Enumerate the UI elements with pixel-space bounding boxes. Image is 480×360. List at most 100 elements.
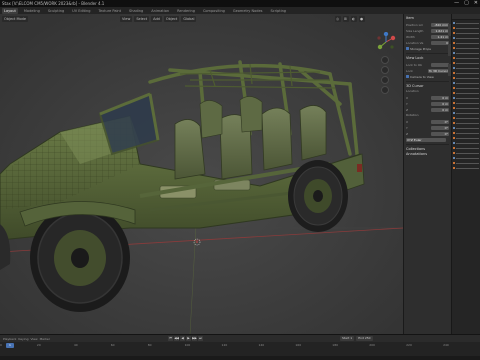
annotations-header[interactable]: Annotations xyxy=(406,152,449,157)
play-button[interactable]: ▶ xyxy=(186,336,191,341)
maximize-button[interactable]: ▢ xyxy=(464,1,469,6)
outliner-row[interactable] xyxy=(453,161,479,165)
tab-scripting[interactable]: Scripting xyxy=(268,8,288,14)
outliner-row[interactable] xyxy=(453,46,479,50)
outliner-row[interactable] xyxy=(453,76,479,80)
outliner-row[interactable] xyxy=(453,151,479,155)
cursor-rotation-value[interactable]: 0° xyxy=(431,131,449,136)
outliner-row[interactable] xyxy=(453,31,479,35)
menu-view[interactable]: View xyxy=(120,16,133,22)
outliner-row[interactable] xyxy=(453,146,479,150)
outliner-row[interactable] xyxy=(453,126,479,130)
outliner-row[interactable] xyxy=(453,141,479,145)
grid-icon[interactable] xyxy=(381,86,389,94)
tab-modeling[interactable]: Modeling xyxy=(22,8,42,14)
outliner-row[interactable] xyxy=(453,26,479,30)
tab-compositing[interactable]: Compositing xyxy=(201,8,227,14)
outliner-item-name xyxy=(456,37,479,39)
menu-add[interactable]: Add xyxy=(151,16,162,22)
prev-keyframe-button[interactable]: ◀◀ xyxy=(174,336,179,341)
dimension-value[interactable]: 1.621 m xyxy=(431,28,449,33)
cursor-rotation-value[interactable]: 0° xyxy=(431,119,449,124)
timeline-menu-playback[interactable]: Playback xyxy=(3,337,16,341)
grid-icon[interactable]: ⊞ xyxy=(343,16,349,22)
close-button[interactable]: ✕ xyxy=(474,1,478,6)
shading-solid-icon[interactable]: ◐ xyxy=(351,16,357,22)
minimize-button[interactable]: — xyxy=(454,1,459,6)
outliner-row[interactable] xyxy=(453,36,479,40)
outliner-row[interactable] xyxy=(453,66,479,70)
playhead[interactable]: 1 xyxy=(6,343,14,348)
dimension-value[interactable]: 1.41 m xyxy=(431,34,449,39)
zoom-icon[interactable] xyxy=(381,56,389,64)
jump-end-button[interactable]: ⏭ xyxy=(198,336,203,341)
object-icon xyxy=(453,142,455,144)
outliner-row[interactable] xyxy=(453,121,479,125)
camera-to-view-check[interactable]: Camera to View xyxy=(406,74,449,79)
transform-orientation-select[interactable]: Global xyxy=(181,16,197,22)
menu-object[interactable]: Object xyxy=(163,16,180,22)
overlay-icon[interactable]: ◎ xyxy=(335,16,341,22)
next-keyframe-button[interactable]: ▶▶ xyxy=(192,336,197,341)
shading-material-icon[interactable]: ● xyxy=(359,16,365,22)
tab-animation[interactable]: Animation xyxy=(149,8,171,14)
timeline-header: Playback Keying View Marker xyxy=(0,335,480,342)
outliner-row[interactable] xyxy=(453,96,479,100)
start-frame-field[interactable]: Start 1 xyxy=(340,336,355,341)
object-icon xyxy=(453,42,455,44)
outliner-row[interactable] xyxy=(453,21,479,25)
outliner-row[interactable] xyxy=(453,136,479,140)
outliner-row[interactable] xyxy=(453,166,479,170)
view-lock-header[interactable]: View Lock xyxy=(406,56,449,61)
cursor-location-value[interactable]: 0 m xyxy=(431,107,449,112)
3d-viewport[interactable]: Object Mode View Select Add Object Global ◎ ⊞… xyxy=(0,14,403,334)
object-icon xyxy=(453,102,455,104)
item-header[interactable]: Item xyxy=(406,16,449,21)
outliner-row[interactable] xyxy=(453,41,479,45)
view-lock-value[interactable]: To 3D Cursor xyxy=(427,68,449,73)
menu-select[interactable]: Select xyxy=(134,16,150,22)
tab-rendering[interactable]: Rendering xyxy=(175,8,197,14)
outliner-row[interactable] xyxy=(453,156,479,160)
navigation-gizmo[interactable] xyxy=(376,32,396,52)
rotation-mode-select[interactable]: XYZ Euler xyxy=(406,137,446,142)
frame-ruler[interactable]: 0 20 40 60 80 100 120 140 160 180 200 220 240 xyxy=(0,343,480,349)
outliner-row[interactable] xyxy=(453,116,479,120)
pan-icon[interactable] xyxy=(381,66,389,74)
outliner-item-name xyxy=(456,127,479,129)
tab-geometry-nodes[interactable]: Geometry Nodes xyxy=(231,8,265,14)
outliner-row[interactable] xyxy=(453,71,479,75)
object-icon xyxy=(453,87,455,89)
dimension-value[interactable]: -820 mm xyxy=(431,22,449,27)
tab-layout[interactable]: Layout xyxy=(2,7,18,14)
object-icon xyxy=(453,57,455,59)
outliner-row[interactable] xyxy=(453,51,479,55)
outliner-row[interactable] xyxy=(453,101,479,105)
cursor-location-value[interactable]: 0 m xyxy=(431,101,449,106)
outliner-row[interactable] xyxy=(453,81,479,85)
play-reverse-button[interactable]: ◀ xyxy=(180,336,185,341)
tab-shading[interactable]: Shading xyxy=(127,8,145,14)
camera-icon[interactable] xyxy=(381,76,389,84)
timeline-menu-view[interactable]: View xyxy=(30,337,37,341)
outliner-row[interactable] xyxy=(453,91,479,95)
outliner-row[interactable] xyxy=(453,131,479,135)
outliner-row[interactable] xyxy=(453,86,479,90)
tab-uv-editing[interactable]: UV Editing xyxy=(70,8,92,14)
end-frame-field[interactable]: End 250 xyxy=(356,336,373,341)
timeline-menu-marker[interactable]: Marker xyxy=(40,337,50,341)
tab-sculpting[interactable]: Sculpting xyxy=(46,8,66,14)
location-value[interactable]: 0 xyxy=(431,40,449,45)
cursor-location-value[interactable]: 0 m xyxy=(431,95,449,100)
tab-texture-paint[interactable]: Texture Paint xyxy=(96,8,123,14)
outliner-row[interactable] xyxy=(453,111,479,115)
storage-props-check[interactable]: Storage Props xyxy=(406,46,449,51)
timeline-menu-keying[interactable]: Keying xyxy=(18,337,28,341)
outliner-row[interactable] xyxy=(453,106,479,110)
jump-start-button[interactable]: ⏮ xyxy=(168,336,173,341)
outliner-row[interactable] xyxy=(453,56,479,60)
view-lock-value[interactable] xyxy=(431,62,449,67)
mode-selector[interactable]: Object Mode xyxy=(2,16,29,22)
outliner-row[interactable] xyxy=(453,61,479,65)
cursor-rotation-value[interactable]: 0° xyxy=(431,125,449,130)
